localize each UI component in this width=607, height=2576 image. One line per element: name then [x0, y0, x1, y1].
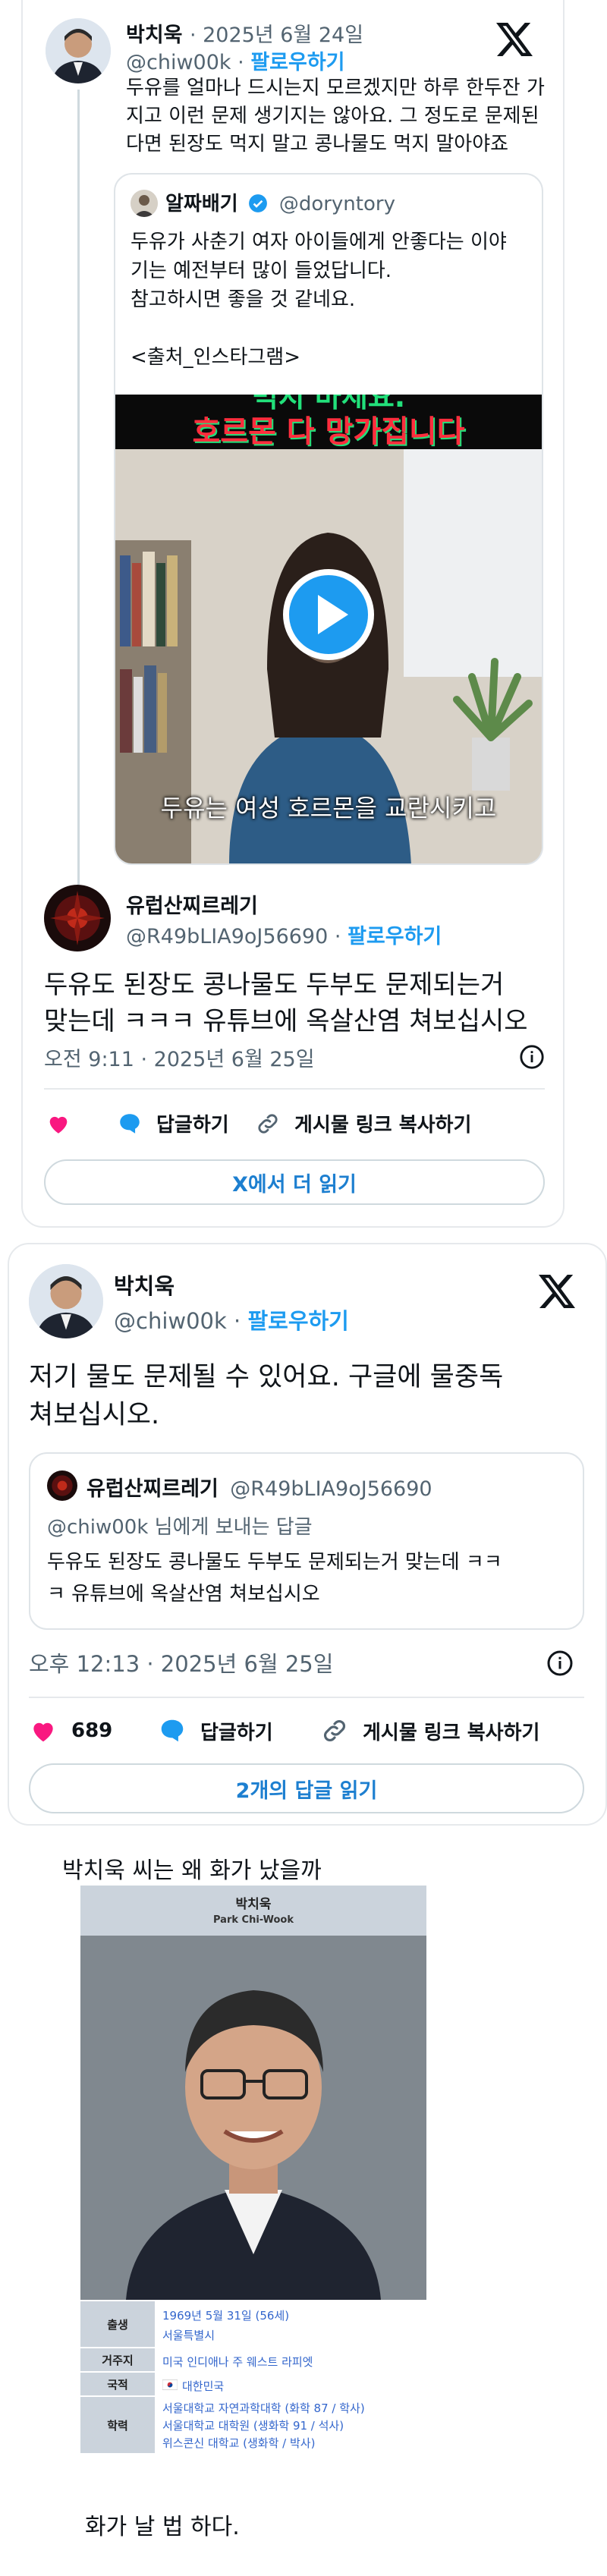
- quoted-tweet[interactable]: 유럽산찌르레기 @R49bLIA9oJ56690 @chiw00k 님에게 보내…: [29, 1452, 584, 1630]
- infobox-row-birth: 출생 1969년 5월 31일 (56세) 서울특별시: [80, 2300, 426, 2347]
- follow-button[interactable]: 팔로우하기: [250, 51, 344, 74]
- portrait-photo: [80, 1936, 426, 2300]
- caption-bottom: 화가 날 법 하다.: [85, 2514, 240, 2540]
- birth-place[interactable]: 서울특별시: [162, 2327, 215, 2343]
- residence[interactable]: 미국 인디애나 주 웨스트 라피엣: [162, 2354, 313, 2370]
- author-handle[interactable]: @chiw00k: [126, 51, 231, 74]
- verified-badge-icon: [248, 194, 267, 212]
- link-icon: [258, 1113, 278, 1134]
- like-icon[interactable]: [46, 1111, 71, 1137]
- video-thumbnail[interactable]: 먹지 마세요. 호르몬 다 망가집니다 두유는 여성 호르몬을 교란시키고: [115, 395, 542, 863]
- follow-button[interactable]: 팔로우하기: [348, 925, 442, 948]
- avatar[interactable]: [29, 1264, 103, 1338]
- wiki-infobox: 박치욱 Park Chi-Wook 출생 1969년 5월 31일 (56세) …: [80, 1886, 426, 2453]
- reply-timestamp[interactable]: 오전 9:11 · 2025년 6월 25일: [44, 1043, 315, 1072]
- infobox-row-residence: 거주지 미국 인디애나 주 웨스트 라피엣: [80, 2347, 426, 2371]
- thread-line: [77, 90, 80, 907]
- read-replies-button[interactable]: 2개의 답글 읽기: [29, 1763, 584, 1813]
- quote-author-handle: @doryntory: [278, 193, 395, 215]
- korea-flag-icon: [162, 2379, 178, 2390]
- link-icon: [324, 1720, 345, 1741]
- copy-link-button[interactable]: 게시물 링크 복사하기: [255, 1109, 471, 1137]
- tweet-text: 저기 물도 문제될 수 있어요. 구글에 물중독 쳐보십시오.: [29, 1362, 504, 1430]
- infobox-row-education: 학력 서울대학교 자연과학대학 (화학 87 / 학사) 서울대학교 대학원 (…: [80, 2395, 426, 2453]
- tweet-text: 두유를 얼마나 드시는지 모르겠지만 하루 한두잔 가 지고 이런 문제 생기지…: [126, 77, 545, 156]
- education-2[interactable]: 서울대학교 대학원 (생화학 91 / 석사): [162, 2417, 344, 2433]
- author-name[interactable]: 박치욱: [114, 1269, 175, 1301]
- reply-button[interactable]: 답글하기: [158, 1716, 273, 1745]
- reply-button[interactable]: 답글하기: [117, 1109, 229, 1137]
- infobox-header: 박치욱 Park Chi-Wook: [80, 1886, 426, 1936]
- author-handle[interactable]: @chiw00k: [114, 1308, 227, 1334]
- quoted-tweet[interactable]: 알짜배기 @doryntory 두유가 사춘기 여자 아이들에게 안좋다는 이야…: [114, 173, 543, 865]
- avatar[interactable]: [46, 18, 111, 83]
- avatar: [131, 190, 158, 217]
- quote-author-name: 유럽산찌르레기: [86, 1477, 219, 1501]
- author-name[interactable]: 박치욱 · 2025년 6월 24일: [126, 18, 363, 48]
- reply-author-name[interactable]: 유럽산찌르레기: [126, 889, 258, 919]
- reply-text: 두유도 된장도 콩나물도 두부도 문제되는거 맞는데 ㅋㅋㅋ 유튜브에 옥살산염…: [44, 970, 528, 1036]
- divider: [44, 1088, 545, 1090]
- avatar: [47, 1470, 77, 1501]
- x-logo-icon[interactable]: [539, 1275, 575, 1308]
- avatar[interactable]: [44, 885, 111, 951]
- quote-text: 두유도 된장도 콩나물도 두부도 문제되는거 맞는데 ㅋㅋ ㅋ 유튜브에 옥살산…: [47, 1551, 502, 1606]
- quote-author-handle: @R49bLIA9oJ56690: [230, 1477, 432, 1501]
- infobox-row-nationality: 국적 대한민국: [80, 2371, 426, 2395]
- copy-link-button[interactable]: 게시물 링크 복사하기: [320, 1716, 539, 1745]
- reply-bubble-icon: [120, 1113, 140, 1134]
- reply-to-label: @chiw00k 님에게 보내는 답글: [47, 1516, 313, 1539]
- quote-author-name: 알짜배기: [165, 193, 238, 215]
- info-icon[interactable]: [546, 1650, 574, 1677]
- play-button-icon[interactable]: [283, 569, 374, 660]
- caption-top: 박치욱 씨는 왜 화가 났을까: [62, 1857, 322, 1884]
- follow-button[interactable]: 팔로우하기: [247, 1308, 348, 1334]
- tweet-date: 2025년 6월 24일: [203, 24, 364, 47]
- x-logo-icon[interactable]: [496, 23, 533, 56]
- tweet-card-2: 박치욱 @chiw00k · 팔로우하기 저기 물도 문제될 수 있어요. 구글…: [8, 1243, 607, 1826]
- read-more-button[interactable]: X에서 더 읽기: [44, 1159, 545, 1205]
- like-icon: [33, 1722, 53, 1742]
- birth-date[interactable]: 1969년 5월 31일 (56세): [162, 2307, 289, 2323]
- info-icon[interactable]: [519, 1044, 545, 1070]
- like-button[interactable]: 689: [29, 1716, 112, 1745]
- education-1[interactable]: 서울대학교 자연과학대학 (화학 87 / 학사): [162, 2400, 365, 2416]
- reply-bubble-icon: [161, 1719, 184, 1742]
- tweet-card-1: 박치욱 · 2025년 6월 24일 @chiw00k · 팔로우하기 두유를 …: [21, 0, 565, 1228]
- education-3[interactable]: 위스콘신 대학교 (생화학 / 박사): [162, 2435, 315, 2451]
- nationality[interactable]: 대한민국: [182, 2378, 224, 2394]
- divider: [29, 1697, 584, 1698]
- reply-author-handle[interactable]: @R49bLIA9oJ56690: [126, 925, 328, 948]
- like-count: 689: [71, 1719, 113, 1742]
- video-caption: 두유는 여성 호르몬을 교란시키고: [160, 794, 497, 822]
- tweet-timestamp[interactable]: 오후 12:13 · 2025년 6월 25일: [29, 1647, 333, 1678]
- video-banner: 먹지 마세요. 호르몬 다 망가집니다: [115, 395, 542, 449]
- quote-text: 두유가 사춘기 여자 아이들에게 안좋다는 이야 기는 예전부터 많이 들었답니…: [131, 231, 507, 369]
